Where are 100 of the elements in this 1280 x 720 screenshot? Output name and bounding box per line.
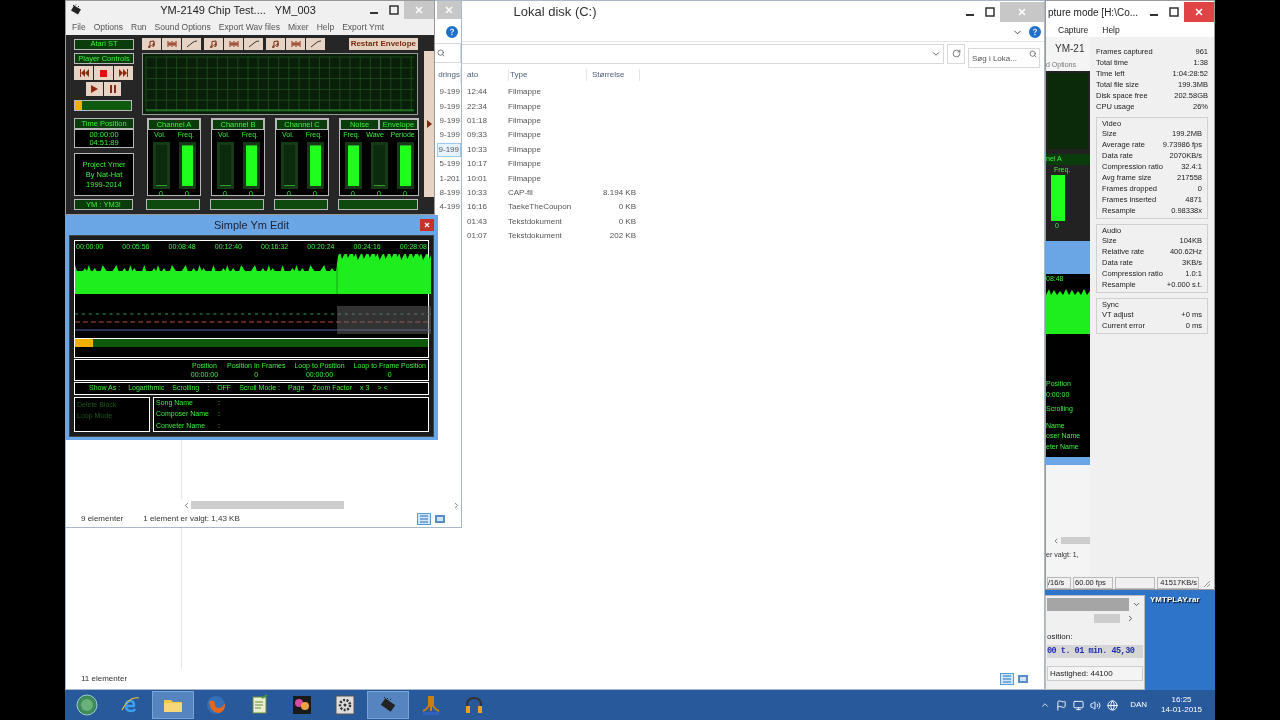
scroll-left-icon[interactable]: [182, 500, 191, 510]
table-cell-text: 10:01: [467, 172, 489, 185]
window-title: Lokal disk (C:): [513, 3, 597, 22]
menu-item[interactable]: Sound Options: [154, 20, 211, 34]
maximize-icon[interactable]: [985, 7, 995, 17]
toolbar-button[interactable]: [306, 38, 325, 50]
table-cell-text: 09:33: [467, 129, 489, 142]
large-icons-view-icon[interactable]: [434, 514, 446, 524]
search-icon: [437, 49, 445, 57]
table-cell[interactable]: 9-199: [438, 113, 461, 129]
next-button[interactable]: [114, 66, 133, 80]
table-cell[interactable]: 9-199: [438, 99, 461, 114]
close-button[interactable]: [420, 218, 434, 231]
toolbar-button[interactable]: [182, 38, 201, 50]
menu-item[interactable]: Run: [131, 20, 147, 34]
column-header[interactable]: Størrelse: [586, 69, 640, 81]
toolbar-button[interactable]: [266, 38, 285, 50]
table-cell-text: CAP-fil: [508, 186, 534, 199]
dropdown-icon: [1131, 600, 1141, 609]
waveform-drawing: [1046, 288, 1090, 334]
table-cell: 0 KB: [618, 201, 636, 214]
expand-arrow-icon[interactable]: [426, 120, 432, 128]
table-cell-text: 01:43: [467, 215, 489, 228]
globe-icon[interactable]: [1107, 699, 1119, 711]
speed-field: Hastighed: 44100: [1047, 666, 1143, 681]
scroll-right-icon[interactable]: [452, 500, 461, 510]
previous-button[interactable]: [74, 66, 93, 80]
speaker-icon[interactable]: [1090, 699, 1102, 711]
language-indicator[interactable]: DAN: [1130, 699, 1148, 711]
flag-icon[interactable]: [1056, 699, 1068, 711]
window-title: Simple Ym Edit: [213, 217, 290, 233]
table-cell[interactable]: 9-199: [438, 128, 461, 143]
network-icon[interactable]: [1073, 699, 1085, 711]
column-header[interactable]: ato: [467, 69, 508, 81]
window-frame: [1046, 457, 1090, 465]
close-button[interactable]: [1184, 2, 1214, 22]
position-label: osition:: [1047, 631, 1074, 643]
scrollbar-thumb[interactable]: [1094, 614, 1120, 623]
scrollbar-thumb[interactable]: [1061, 537, 1090, 544]
music-note-icon: [147, 40, 156, 48]
help-icon[interactable]: [1029, 26, 1041, 38]
column-header[interactable]: Type: [508, 69, 586, 81]
scrollbar-thumb[interactable]: [191, 501, 344, 509]
window-frame: [1046, 241, 1090, 274]
toolbar-button[interactable]: [162, 38, 181, 50]
show-hidden-icons-icon[interactable]: [1040, 700, 1051, 710]
menu-item[interactable]: Help: [316, 20, 335, 34]
menu-item[interactable]: Export Ymt: [342, 20, 385, 34]
menu-item[interactable]: Options: [93, 20, 123, 34]
toolbar-button[interactable]: [204, 38, 223, 50]
table-cell-text: 01:18: [467, 114, 489, 127]
table-cell[interactable]: 1-201: [438, 171, 461, 186]
table-cell[interactable]: 9-199: [436, 142, 461, 157]
taskbar-button[interactable]: [367, 691, 409, 719]
table-cell[interactable]: 5-199: [438, 156, 461, 172]
menu-item[interactable]: File: [72, 20, 86, 34]
close-icon: [445, 6, 453, 14]
maximize-icon[interactable]: [389, 5, 399, 15]
desktop-icon-label[interactable]: YMTPLAY.rar: [1150, 594, 1200, 606]
atari-logo-icon: [420, 694, 442, 716]
table-cell-text: Tekstdokument: [508, 230, 563, 243]
table-cell[interactable]: 8-199: [438, 185, 461, 201]
table-cell: 202 KB: [609, 230, 636, 243]
details-view-icon[interactable]: [417, 513, 431, 525]
toolbar-button[interactable]: [224, 38, 243, 50]
play-button[interactable]: [86, 82, 103, 96]
menu-item[interactable]: Export Wav files: [218, 20, 280, 34]
envelope-curve-icon: [247, 40, 260, 48]
column-header[interactable]: drings: [438, 67, 461, 83]
toolbar-button[interactable]: [244, 38, 263, 50]
menu-item[interactable]: Help: [1102, 23, 1120, 37]
fox-globe-icon: [205, 694, 227, 716]
menu-item[interactable]: Mixer: [287, 20, 309, 34]
menu-item[interactable]: Capture: [1058, 23, 1089, 37]
search-icon: [1029, 49, 1037, 58]
table-cell[interactable]: 9-199: [438, 85, 461, 100]
refresh-button[interactable]: [947, 43, 965, 64]
help-icon[interactable]: [446, 26, 458, 38]
maximize-icon[interactable]: [1169, 7, 1179, 17]
search-field[interactable]: Søg i Loka...: [968, 48, 1040, 68]
large-icons-view-icon[interactable]: [1017, 674, 1029, 684]
toolbar-button[interactable]: [286, 38, 305, 50]
restart-envelope-button[interactable]: Restart Envelope: [348, 38, 418, 50]
scroll-right-icon[interactable]: [1126, 614, 1135, 623]
toolbar-button[interactable]: [142, 38, 161, 50]
start-orb-icon: [76, 694, 98, 716]
table-cell-text: 12:44: [467, 86, 489, 99]
window-title: pture mode [H:\Co...: [1047, 5, 1140, 20]
table-cell-text: 16:16: [467, 201, 489, 214]
channel-bar: [274, 199, 328, 210]
stop-button[interactable]: [94, 66, 113, 80]
table-cell-text: 01:07: [467, 230, 489, 243]
table-cell-text: Filmappe: [508, 114, 542, 127]
scroll-left-icon[interactable]: [1052, 536, 1060, 545]
table-cell[interactable]: 4-199: [438, 200, 461, 215]
side-scrollbar[interactable]: [424, 51, 434, 197]
details-view-icon[interactable]: [1000, 673, 1014, 685]
clock-time: 16:25: [1171, 695, 1192, 705]
clock[interactable]: 16:25 14-01-2015: [1161, 695, 1202, 715]
pause-button[interactable]: [104, 82, 121, 96]
